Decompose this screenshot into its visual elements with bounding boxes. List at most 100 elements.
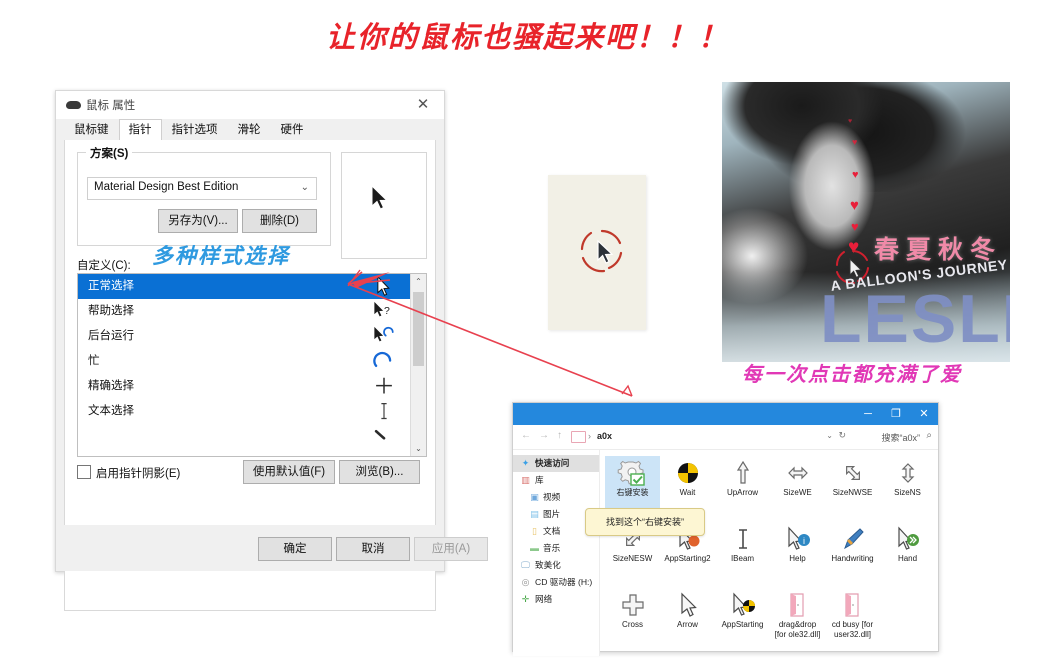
precision-select-icon	[376, 377, 392, 394]
breadcrumb-path[interactable]: a0x	[597, 431, 612, 441]
tab-pointers[interactable]: 指针	[118, 119, 162, 142]
cursor-row-precision-select[interactable]: 精确选择	[78, 374, 426, 399]
save-as-button[interactable]: 另存为(V)...	[158, 209, 238, 233]
file-item-help[interactable]: i Help	[770, 522, 825, 584]
file-item-drag-drop[interactable]: drag&drop [for ole32.dll]	[770, 588, 825, 650]
sidebar-item-label: 快速访问	[535, 458, 570, 468]
file-item-uparrow[interactable]: UpArrow	[715, 456, 770, 518]
back-icon[interactable]: ←	[521, 430, 531, 441]
mouse-icon	[66, 101, 81, 109]
sidebar-item-label: 库	[535, 475, 544, 485]
sizens-icon	[880, 458, 935, 488]
sidebar-item-label: 图片	[543, 509, 561, 519]
scheme-dropdown[interactable]: Material Design Best Edition ⌄	[87, 177, 317, 200]
sidebar-item-music[interactable]: ▬ 音乐	[513, 540, 599, 557]
forward-icon[interactable]: →	[539, 430, 549, 441]
file-item-label: Hand	[897, 554, 918, 563]
cursor-row-normal-select[interactable]: 正常选择	[78, 274, 426, 299]
disc-icon: ◎	[521, 577, 530, 587]
tab-wheel[interactable]: 滑轮	[228, 119, 271, 142]
enable-pointer-shadow-checkbox[interactable]: 启用指针阴影(E)	[77, 465, 180, 481]
file-item-handwriting[interactable]: Handwriting	[825, 522, 880, 584]
uparrow-icon	[715, 458, 770, 488]
cursor-list-scrollbar[interactable]: ⌃ ⌄	[410, 274, 426, 456]
document-icon: ▯	[532, 526, 537, 536]
tab-hardware[interactable]: 硬件	[271, 119, 314, 142]
ok-button[interactable]: 确定	[258, 537, 332, 561]
cursor-row-help-select[interactable]: 帮助选择 ?	[78, 299, 426, 324]
file-item-cd-busy[interactable]: cd busy [for user32.dll]	[825, 588, 880, 650]
working-in-background-icon	[374, 326, 394, 342]
maximize-button[interactable]: ❐	[882, 403, 910, 425]
search-input[interactable]: 搜索“a0x”	[881, 431, 920, 444]
file-item-arrow[interactable]: Arrow	[660, 588, 715, 650]
close-icon[interactable]: ✕	[410, 94, 436, 116]
hand-icon	[880, 524, 935, 554]
folder-pink-icon	[770, 590, 825, 620]
sidebar-item-videos[interactable]: ▣ 视频	[513, 489, 599, 506]
music-icon: ▬	[530, 543, 539, 553]
monitor-icon: 🖵	[521, 560, 530, 570]
cursor-row-working-in-background[interactable]: 后台运行	[78, 324, 426, 349]
cursor-row-handwriting[interactable]	[78, 424, 426, 449]
tab-mouse-buttons[interactable]: 鼠标键	[64, 119, 119, 142]
sidebar-item-label: 音乐	[543, 543, 561, 553]
sidebar-item-label: CD 驱动器 (H:)	[535, 577, 593, 587]
sidebar-item-cd-drive[interactable]: ◎ CD 驱动器 (H:)	[513, 574, 599, 591]
file-item-label: Cross	[622, 620, 643, 629]
normal-select-icon	[377, 275, 390, 296]
tab-pointer-options[interactable]: 指针选项	[162, 119, 228, 142]
file-item-label: UpArrow	[726, 488, 759, 497]
album-photo: ♥ ♥ ♥ ♥ ♥ ♥ 春夏秋冬 A BALLOON'S JOURNEY LES…	[722, 82, 1010, 362]
file-item-label: Wait	[679, 488, 696, 497]
checkbox-box[interactable]	[77, 465, 91, 479]
file-item-hand[interactable]: Hand	[880, 522, 935, 584]
close-button[interactable]: ✕	[910, 403, 938, 425]
annotation-pink-note: 每一次点击都充满了爱	[742, 362, 962, 386]
scheme-legend: 方案(S)	[86, 145, 133, 161]
scroll-up-icon[interactable]: ⌃	[411, 274, 426, 289]
file-item-label: drag&drop [for ole32.dll]	[774, 620, 821, 639]
sidebar-item-beautify[interactable]: 🖵 致美化	[513, 557, 599, 574]
sidebar-item-network[interactable]: ✛ 网络	[513, 591, 599, 608]
star-icon: ✦	[521, 458, 530, 468]
refresh-icon[interactable]: ↻	[838, 430, 846, 441]
file-item-label: Help	[789, 554, 806, 563]
dialog-title: 鼠标 属性	[86, 100, 136, 112]
cursor-list[interactable]: 正常选择 帮助选择 ? 后台运行 忙 精确选择 文本选择 ⌃ ⌄	[77, 273, 427, 457]
cursor-row-label: 正常选择	[88, 280, 134, 292]
file-item-ibeam[interactable]: IBeam	[715, 522, 770, 584]
browse-button[interactable]: 浏览(B)...	[339, 460, 420, 484]
sizenwse-icon	[825, 458, 880, 488]
file-item-label: SizeNWSE	[832, 488, 873, 497]
file-item-sizens[interactable]: SizeNS	[880, 456, 935, 518]
heart-icon: ♥	[852, 137, 858, 147]
sidebar-item-quick-access[interactable]: ✦ 快速访问	[513, 455, 599, 472]
minimize-button[interactable]: ─	[854, 403, 882, 425]
ibeam-icon	[715, 524, 770, 554]
file-item-sizewe[interactable]: SizeWE	[770, 456, 825, 518]
arrow-icon	[660, 590, 715, 620]
file-explorer-window: ─ ❐ ✕ ← → ↑ › a0x ⌄ ↻ 搜索“a0x” ⌕ ✦ 快速访问 ▥…	[512, 402, 939, 656]
chevron-down-icon[interactable]: ⌄	[826, 431, 833, 440]
explorer-sidebar: ✦ 快速访问 ▥ 库 ▣ 视频 ▤ 图片 ▯ 文档 ▬ 音乐 🖵 致美化 ◎ C…	[513, 450, 600, 656]
file-item-cross[interactable]: Cross	[605, 588, 660, 650]
sidebar-item-libraries[interactable]: ▥ 库	[513, 472, 599, 489]
cancel-button[interactable]: 取消	[336, 537, 410, 561]
cursor-row-text-select[interactable]: 文本选择	[78, 399, 426, 424]
up-icon[interactable]: ↑	[557, 430, 562, 441]
dialog-titlebar: 鼠标 属性 ✕	[56, 91, 444, 119]
file-item-sizenwse[interactable]: SizeNWSE	[825, 456, 880, 518]
scheme-groupbox: 方案(S) Material Design Best Edition ⌄ 另存为…	[77, 145, 331, 246]
help-icon: i	[770, 524, 825, 554]
normal-select-cursor-icon	[371, 184, 388, 210]
scrollbar-thumb[interactable]	[413, 292, 424, 366]
use-default-button[interactable]: 使用默认值(F)	[243, 460, 335, 484]
scroll-down-icon[interactable]: ⌄	[411, 441, 426, 456]
svg-text:i: i	[803, 536, 805, 546]
appstarting-icon	[715, 590, 770, 620]
file-item-label: SizeWE	[783, 488, 812, 497]
delete-scheme-button[interactable]: 删除(D)	[242, 209, 317, 233]
file-item-appstarting[interactable]: AppStarting	[715, 588, 770, 650]
cursor-row-busy[interactable]: 忙	[78, 349, 426, 374]
